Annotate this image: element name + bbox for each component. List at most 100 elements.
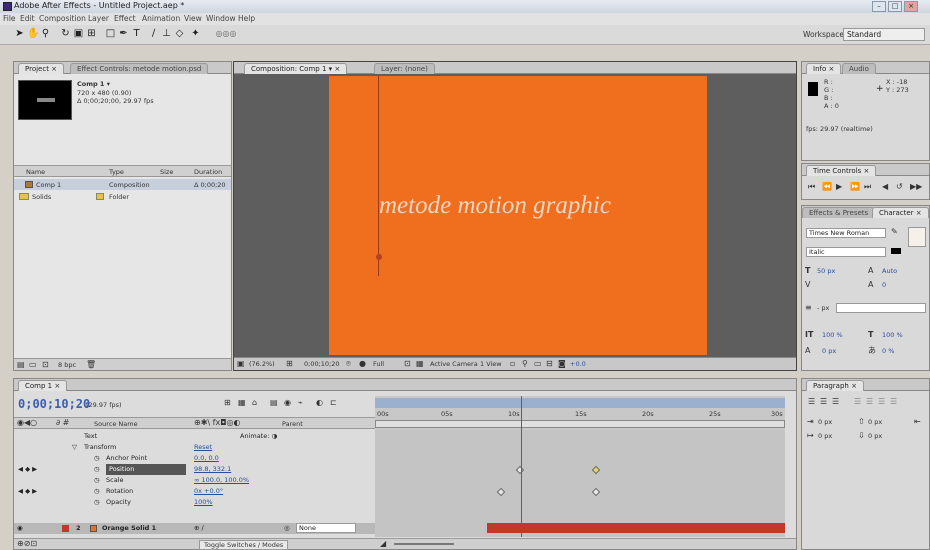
menu-layer[interactable]: Layer (88, 14, 109, 23)
zoom-level[interactable]: (76.2%) (249, 360, 275, 368)
tab-project[interactable]: Project × (18, 63, 65, 74)
prop-value[interactable]: 0.0, 0.0 (194, 453, 219, 464)
workspace-select[interactable]: Standard (843, 28, 925, 41)
tab-character[interactable]: Character × (872, 207, 929, 218)
brush-tool-icon[interactable]: ∕ (148, 28, 159, 40)
prop-row-rotation[interactable]: ◀ ◆ ▶ ◷ Rotation 0x +0.0° (14, 486, 375, 497)
menu-file[interactable]: File (3, 14, 16, 23)
align-right-icon[interactable]: ☰ (832, 397, 839, 407)
visibility-eye-icon[interactable]: ◉ (17, 523, 23, 534)
tab-comp1-timeline[interactable]: Comp 1 × (18, 380, 68, 391)
align-left-icon[interactable]: ☰ (808, 397, 815, 407)
exposure-value[interactable]: +0.0 (570, 360, 586, 368)
font-size-value[interactable]: 50 px (817, 267, 835, 275)
animate-menu[interactable]: Animate: ◑ (240, 431, 277, 442)
space-before-value[interactable]: 0 px (868, 418, 882, 426)
justify-all-icon[interactable]: ☰ (890, 397, 897, 407)
loop-icon[interactable]: ↺ (896, 182, 903, 192)
timeline-icon[interactable]: ▭ (534, 359, 542, 369)
prop-row-position[interactable]: ◀ ◆ ▶ ◷ Position 98.8, 332.1 (14, 464, 375, 475)
expand-triangle-icon[interactable]: ▽ (72, 442, 77, 453)
close-button[interactable]: × (904, 1, 918, 12)
stroke-width-value[interactable]: - px (817, 304, 829, 312)
new-folder-icon[interactable]: ▭ (29, 360, 37, 370)
work-area-bar[interactable] (375, 398, 785, 408)
stopwatch-icon[interactable]: ◷ (94, 475, 100, 486)
baseline-shift-value[interactable]: 0 px (822, 347, 836, 355)
menu-view[interactable]: View (184, 14, 202, 23)
col-parent[interactable]: Parent (282, 420, 303, 428)
prop-value[interactable]: 98.8, 332.1 (194, 464, 231, 475)
tracking-value[interactable]: 0 (882, 281, 886, 289)
layer-duration-bar[interactable] (487, 523, 785, 533)
stopwatch-icon[interactable]: ◷ (94, 464, 100, 475)
layer-label-color[interactable] (62, 525, 69, 532)
tab-time-controls[interactable]: Time Controls × (806, 165, 877, 176)
list-item[interactable]: Comp 1 Composition Δ 0;00;20 (14, 179, 231, 190)
font-style-select[interactable]: Italic (806, 247, 886, 257)
frame-blending-icon[interactable]: ▤ (270, 398, 278, 408)
clone-tool-icon[interactable]: ⊥ (161, 28, 172, 40)
tab-effects-presets[interactable]: Effects & Presets (802, 207, 876, 218)
layer-switches-icon[interactable]: ⊕ ∕ (194, 523, 204, 534)
graph-editor-icon[interactable]: ⌁ (298, 398, 303, 408)
pen-tool-icon[interactable]: ✒ (118, 28, 129, 40)
timeline-zoom-slider[interactable] (394, 543, 454, 545)
rotation-keyframe[interactable] (591, 487, 601, 497)
tab-layer[interactable]: Layer: (none) (374, 63, 435, 74)
flowchart-icon[interactable]: ⊟ (546, 359, 553, 369)
first-frame-icon[interactable]: ⏮ (808, 182, 815, 192)
camera-select[interactable]: Active Camera (430, 360, 478, 368)
grid-icon[interactable]: ⊞ (286, 359, 293, 369)
zoom-slider-track[interactable] (375, 420, 785, 428)
ram-preview-icon[interactable]: ▶▶ (910, 182, 922, 192)
prev-frame-icon[interactable]: ⏪ (822, 182, 832, 192)
position-keyframe[interactable] (591, 465, 601, 475)
prop-value[interactable]: ∞ 100.0, 100.0% (194, 475, 249, 486)
comp-timecode[interactable]: 0;00;10;20 (304, 360, 340, 368)
tab-info[interactable]: Info × (806, 63, 842, 74)
eraser-tool-icon[interactable]: ◇ (174, 28, 185, 40)
puppet-tool-icon[interactable]: ✦ (190, 28, 201, 40)
col-duration[interactable]: Duration (194, 168, 222, 176)
eyedropper-icon[interactable]: ✎ (891, 227, 898, 237)
always-preview-icon[interactable]: ▣ (237, 359, 245, 369)
first-line-indent-value[interactable]: 0 px (818, 432, 832, 440)
text-tool-icon[interactable]: T (131, 28, 142, 40)
maximize-button[interactable]: □ (888, 1, 902, 12)
new-comp-icon[interactable]: ⊡ (42, 360, 49, 370)
camera-tool-icon[interactable]: ▣ (73, 28, 84, 40)
brainstorm-icon[interactable]: ◐ (316, 398, 323, 408)
menu-composition[interactable]: Composition (39, 14, 86, 23)
region-icon[interactable]: ⊡ (404, 359, 411, 369)
prop-row-text[interactable]: Text Animate: ◑ (14, 431, 375, 442)
stroke-color-swatch[interactable] (891, 248, 901, 254)
indent-left-value[interactable]: 0 px (818, 418, 832, 426)
tab-audio[interactable]: Audio (842, 63, 876, 74)
justify-center-icon[interactable]: ☰ (866, 397, 873, 407)
rotation-keyframe[interactable] (496, 487, 506, 497)
tab-effect-controls[interactable]: Effect Controls: metode motion.psd (70, 63, 209, 74)
col-type[interactable]: Type (109, 168, 124, 176)
rotate-tool-icon[interactable]: ↻ (60, 28, 71, 40)
comp-text-layer[interactable]: metode motion graphic (379, 192, 611, 220)
time-ruler[interactable]: 00s 05s 10s 15s 20s 25s 30s (375, 396, 785, 430)
anchor-point-handle[interactable] (376, 254, 382, 260)
list-item[interactable]: Solids Folder (14, 191, 231, 202)
toggle-switches-button[interactable]: Toggle Switches / Modes (199, 540, 289, 550)
zoom-out-icon[interactable]: ◢ (380, 539, 386, 549)
audio-icon[interactable]: ◀ (882, 182, 888, 192)
keyframe-nav-icon[interactable]: ◀ ◆ ▶ (18, 464, 37, 475)
selection-tool-icon[interactable]: ➤ (14, 28, 25, 40)
stroke-type-select[interactable] (836, 303, 926, 313)
stopwatch-icon[interactable]: ◷ (94, 453, 100, 464)
pixel-aspect-icon[interactable]: ▫ (510, 359, 515, 369)
hide-shy-icon[interactable]: ⌂ (252, 398, 257, 408)
prop-row-transform[interactable]: ▽ Transform Reset (14, 442, 375, 453)
horizontal-scale-value[interactable]: 100 % (882, 331, 903, 339)
composition-canvas[interactable]: metode motion graphic (329, 76, 707, 355)
prop-value[interactable]: 100% (194, 497, 213, 508)
menu-help[interactable]: Help (238, 14, 255, 23)
tab-paragraph[interactable]: Paragraph × (806, 380, 864, 391)
motion-blur-icon[interactable]: ◉ (284, 398, 291, 408)
